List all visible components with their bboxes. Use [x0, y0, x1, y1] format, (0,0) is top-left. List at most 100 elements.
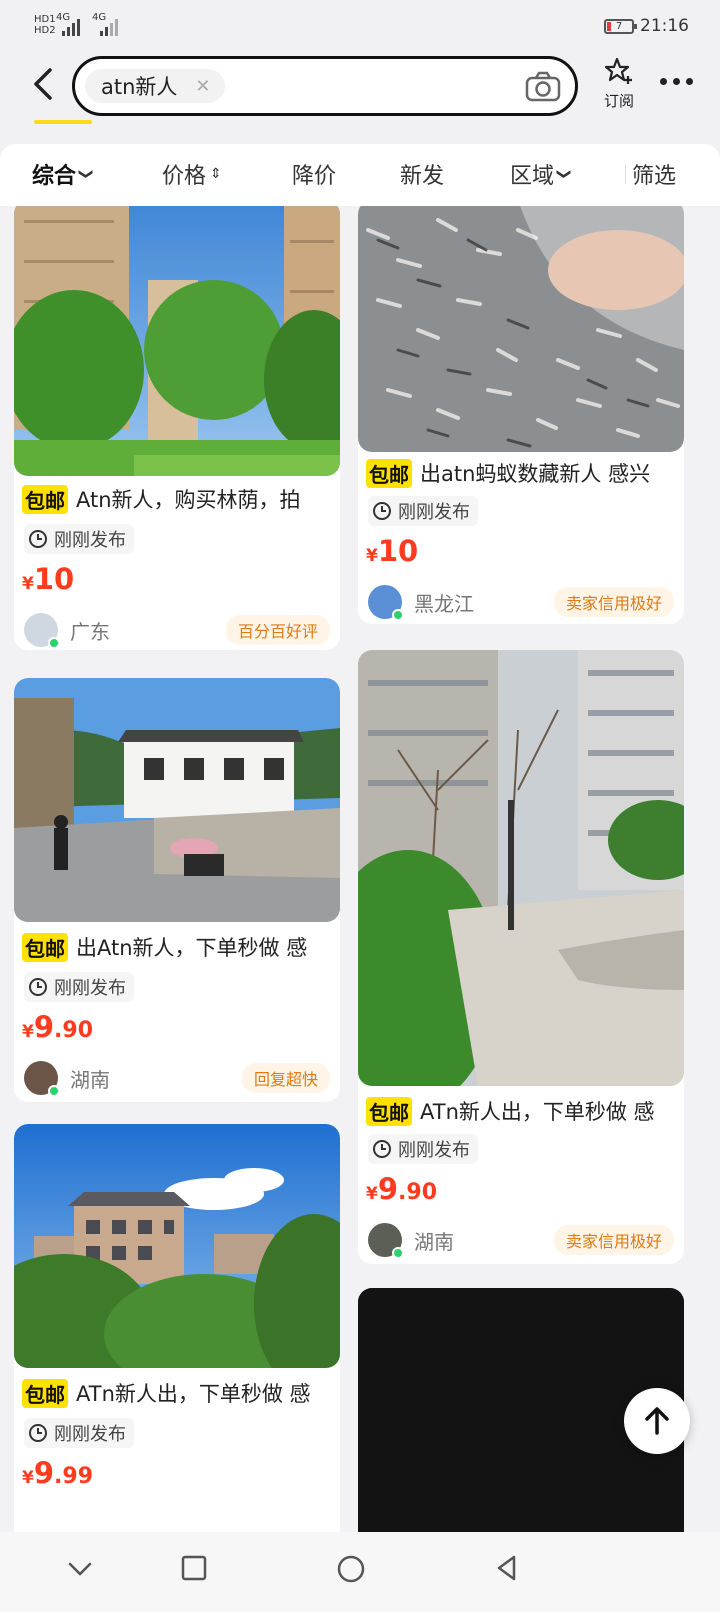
clock-icon — [29, 1424, 47, 1442]
publish-time-badge: 刚刚发布 — [368, 496, 478, 526]
avatar[interactable] — [368, 585, 404, 621]
seller-badge: 卖家信用极好 — [553, 587, 674, 617]
free-shipping-tag: 包邮 — [22, 1378, 68, 1408]
seller-region: 湖南 — [70, 1067, 110, 1092]
online-dot — [392, 609, 404, 621]
product-card[interactable]: 包邮 Atn新人，购买林荫，拍 刚刚发布 ¥10 广东 百分百好评 — [14, 206, 340, 650]
product-title[interactable]: 包邮 Atn新人，购买林荫，拍 — [22, 484, 334, 514]
star-plus-icon — [604, 57, 632, 84]
seller-region: 湖南 — [414, 1229, 454, 1254]
more-options-icon[interactable] — [660, 78, 693, 85]
back-button[interactable] — [28, 62, 64, 106]
price-integer: 10 — [377, 534, 419, 568]
battery-icon: 7 — [604, 19, 637, 34]
product-image[interactable] — [14, 1124, 340, 1368]
query-chip[interactable]: atn新人 ✕ — [85, 69, 225, 103]
product-card[interactable]: 包邮 ATn新人出，下单秒做 感 刚刚发布 ¥9.90 湖南 卖家信用极好 — [358, 650, 684, 1264]
filter-screen[interactable]: 筛选 — [632, 158, 676, 190]
sort-updown-icon: ⇕ — [210, 166, 222, 182]
publish-time-badge: 刚刚发布 — [24, 972, 134, 1002]
filter-price-drop[interactable]: 降价 — [292, 158, 336, 190]
query-text: atn新人 — [101, 75, 178, 99]
publish-time: 刚刚发布 — [54, 978, 126, 999]
seller-badge: 卖家信用极好 — [553, 1225, 674, 1255]
filter-label: 降价 — [292, 164, 337, 189]
price: ¥10 — [366, 534, 418, 568]
currency-symbol: ¥ — [22, 1022, 34, 1042]
publish-time-badge: 刚刚发布 — [368, 1134, 478, 1164]
camera-icon[interactable] — [525, 71, 561, 103]
product-title[interactable]: 包邮 出atn蚂蚁数藏新人 感兴 — [366, 458, 678, 488]
avatar[interactable] — [24, 1061, 60, 1097]
back-to-top-button[interactable] — [624, 1388, 690, 1454]
home-icon[interactable] — [336, 1554, 366, 1584]
back-icon[interactable] — [494, 1554, 522, 1582]
price-integer: 9 — [33, 1010, 55, 1044]
title-text: Atn新人，购买林荫，拍 — [76, 488, 301, 512]
product-title[interactable]: 包邮 ATn新人出，下单秒做 感 — [366, 1096, 678, 1126]
price: ¥9.99 — [22, 1456, 93, 1490]
filter-region[interactable]: 区域 ❯ — [510, 158, 572, 190]
title-text: ATn新人出，下单秒做 感 — [76, 1382, 311, 1406]
price: ¥9.90 — [22, 1010, 93, 1044]
signal-icon — [62, 14, 80, 36]
recents-icon[interactable] — [180, 1554, 208, 1582]
signal-icon — [100, 14, 118, 36]
subscribe-label: 订阅 — [603, 92, 634, 110]
filter-label: 价格 — [162, 164, 207, 189]
online-dot — [48, 1085, 60, 1097]
product-card[interactable]: 包邮 ATn新人出，下单秒做 感 刚刚发布 ¥9.99 — [14, 1124, 340, 1532]
chevron-left-icon — [34, 68, 52, 100]
seller-region: 广东 — [70, 619, 110, 644]
price-decimal: .90 — [398, 1180, 438, 1205]
divider — [625, 164, 626, 184]
product-title[interactable]: 包邮 ATn新人出，下单秒做 感 — [22, 1378, 334, 1408]
arrow-up-icon — [645, 1407, 669, 1435]
product-image[interactable] — [358, 206, 684, 452]
product-title[interactable]: 包邮 出Atn新人，下单秒做 感 — [22, 932, 334, 962]
seller-row[interactable]: 湖南 回复超快 — [24, 1060, 330, 1097]
clock-icon — [29, 530, 47, 548]
status-bar: HD1 HD2 4G 4G 7 21:16 — [0, 0, 720, 52]
subscribe-button[interactable]: 订阅 — [594, 56, 644, 111]
product-feed[interactable]: 包邮 Atn新人，购买林荫，拍 刚刚发布 ¥10 广东 百分百好评 包邮 出at… — [0, 206, 720, 1532]
filter-new[interactable]: 新发 — [400, 158, 444, 190]
filter-label: 新发 — [400, 164, 445, 189]
title-text: 出Atn新人，下单秒做 感 — [76, 936, 308, 960]
filter-bar: 综合 ❯ 价格 ⇕ 降价 新发 区域 ❯ 筛选 — [0, 144, 720, 206]
free-shipping-tag: 包邮 — [366, 1096, 412, 1126]
close-icon[interactable]: ✕ — [195, 76, 210, 97]
seller-region: 黑龙江 — [414, 591, 474, 616]
price: ¥9.90 — [366, 1172, 437, 1206]
chevron-down-icon[interactable] — [66, 1554, 94, 1582]
free-shipping-tag: 包邮 — [22, 484, 68, 514]
product-image[interactable] — [14, 206, 340, 476]
search-input[interactable]: atn新人 ✕ — [72, 56, 578, 116]
clock-icon — [373, 1140, 391, 1158]
seller-row[interactable]: 黑龙江 卖家信用极好 — [368, 584, 674, 621]
publish-time: 刚刚发布 — [398, 1140, 470, 1161]
seller-badge: 百分百好评 — [225, 615, 330, 645]
price-decimal: .90 — [54, 1018, 94, 1043]
filter-label: 筛选 — [632, 164, 677, 189]
product-image[interactable] — [14, 678, 340, 922]
clock-icon — [373, 502, 391, 520]
seller-row[interactable]: 广东 百分百好评 — [24, 612, 330, 649]
chevron-down-icon: ❯ — [555, 168, 572, 180]
product-image[interactable] — [358, 650, 684, 1086]
sim-indicator: HD1 HD2 — [34, 14, 56, 36]
avatar[interactable] — [24, 613, 60, 649]
price-integer: 9 — [33, 1456, 55, 1490]
currency-symbol: ¥ — [22, 1468, 34, 1488]
filter-comprehensive[interactable]: 综合 ❯ — [32, 158, 94, 190]
seller-row[interactable]: 湖南 卖家信用极好 — [368, 1222, 674, 1259]
filter-price[interactable]: 价格 ⇕ — [162, 158, 222, 190]
product-card[interactable]: 包邮 出atn蚂蚁数藏新人 感兴 刚刚发布 ¥10 黑龙江 卖家信用极好 — [358, 206, 684, 624]
filter-label: 综合 — [32, 164, 77, 189]
product-card[interactable]: 包邮 出Atn新人，下单秒做 感 刚刚发布 ¥9.90 湖南 回复超快 — [14, 678, 340, 1102]
publish-time-badge: 刚刚发布 — [24, 1418, 134, 1448]
tab-indicator — [34, 120, 92, 124]
avatar[interactable] — [368, 1223, 404, 1259]
currency-symbol: ¥ — [22, 574, 34, 594]
free-shipping-tag: 包邮 — [366, 458, 412, 488]
